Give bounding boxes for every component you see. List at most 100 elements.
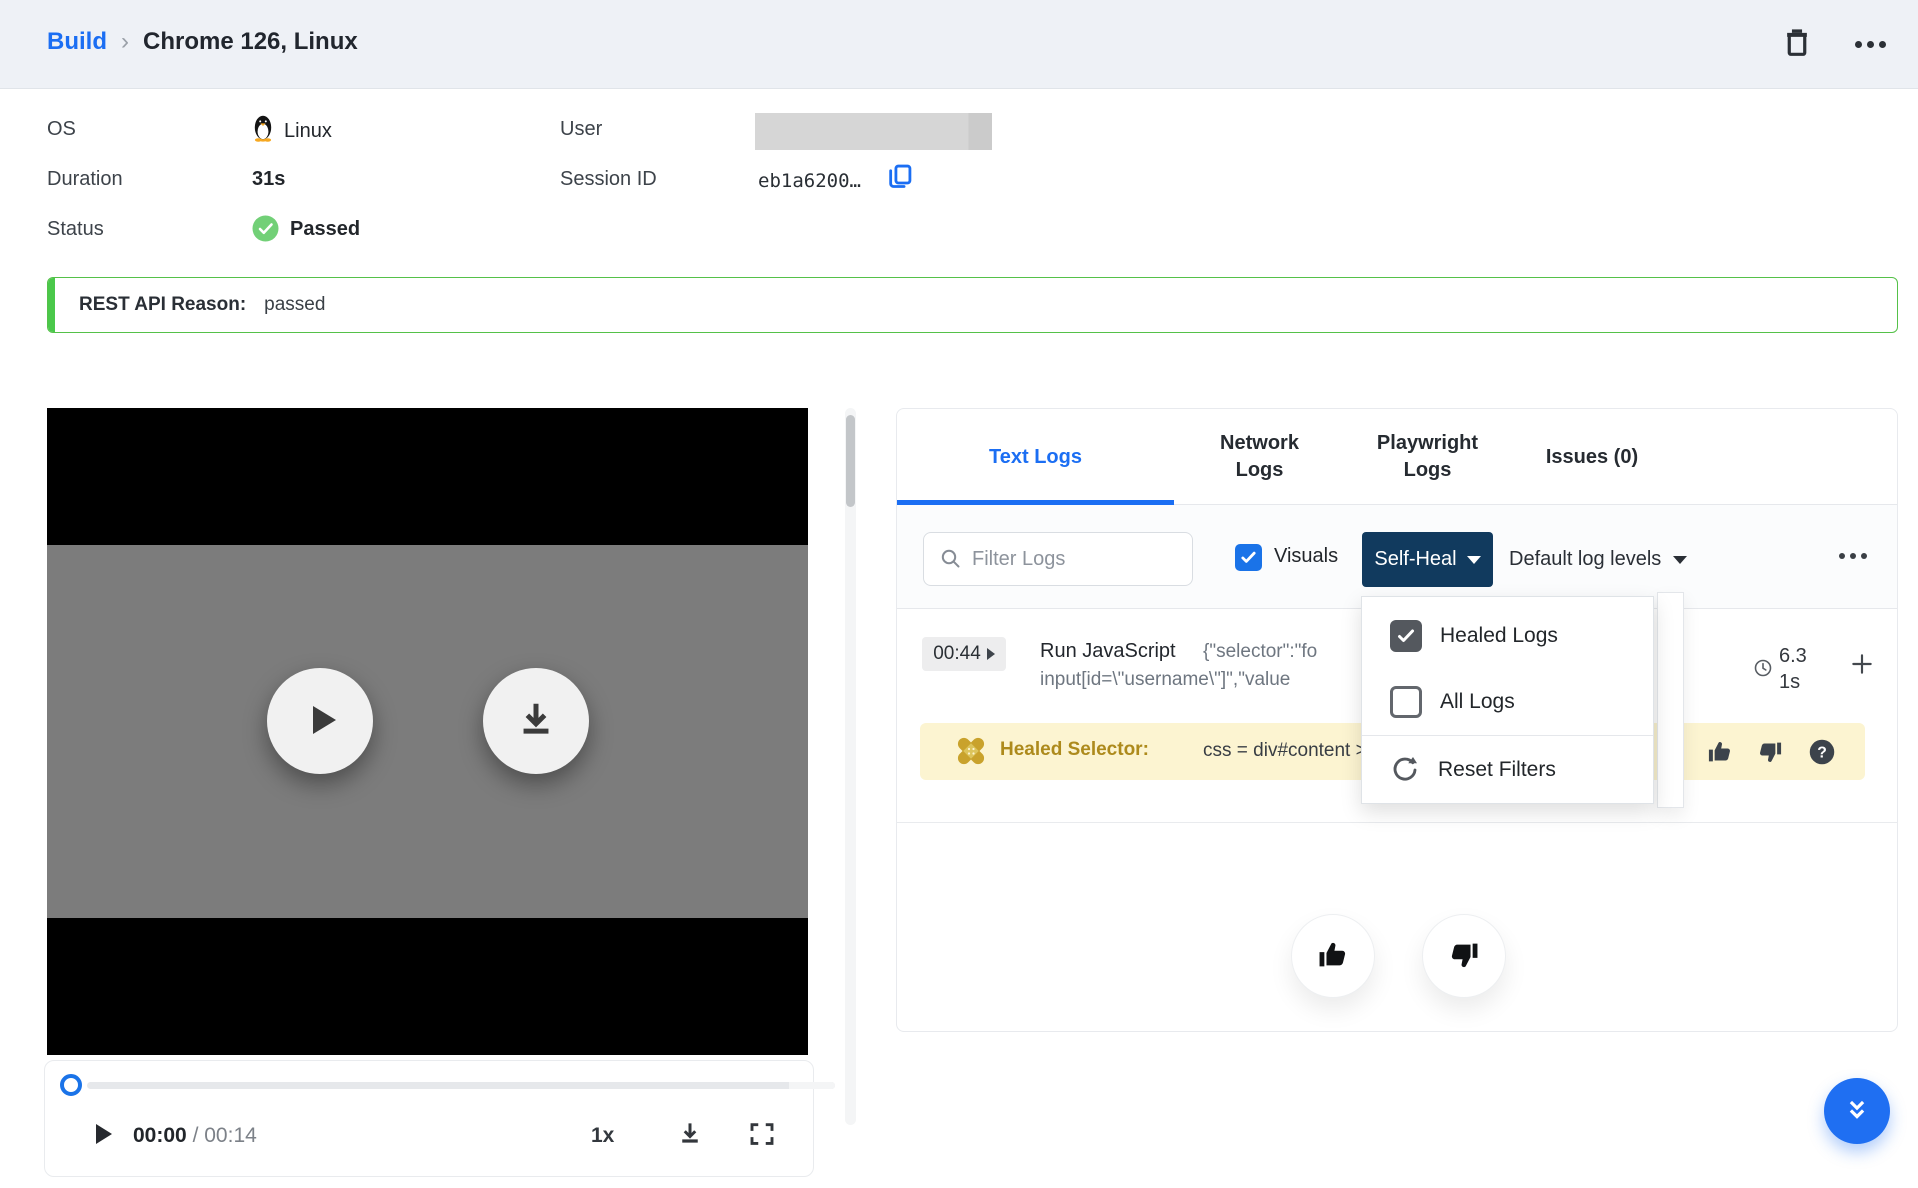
logs-section-divider <box>896 822 1898 823</box>
log-entry-timestamp-chip[interactable]: 00:44 <box>922 637 1006 671</box>
caret-down-icon <box>1467 556 1481 564</box>
tab-text-logs[interactable]: Text Logs <box>897 409 1174 505</box>
visuals-checkbox[interactable] <box>1235 544 1262 571</box>
checked-checkbox-icon <box>1390 620 1422 652</box>
healed-selector-value: css = div#content > d <box>1203 740 1383 762</box>
feedback-thumbs-up-button[interactable] <box>1291 914 1375 998</box>
video-controls-row: 00:00 / 00:14 1x <box>45 1113 813 1168</box>
copy-session-id-button[interactable] <box>886 162 914 193</box>
tab-issues[interactable]: Issues (0) <box>1517 409 1667 505</box>
filter-more-options-button[interactable] <box>1839 553 1867 559</box>
menu-item-healed-logs[interactable]: Healed Logs <box>1362 603 1653 669</box>
log-levels-dropdown-button[interactable]: Default log levels <box>1509 532 1687 587</box>
video-scrubber-handle[interactable] <box>60 1074 82 1096</box>
tab-playwright-logs[interactable]: Playwright Logs <box>1360 409 1495 505</box>
status-label: Status <box>47 218 104 241</box>
rest-api-reason-label: REST API Reason: <box>79 294 246 316</box>
status-value: Passed <box>290 218 360 241</box>
delete-session-button[interactable] <box>1781 26 1813 63</box>
breadcrumb-build-link[interactable]: Build <box>47 28 107 56</box>
log-entry-payload-line1: {"selector":"fo <box>1203 641 1317 663</box>
status-passed-icon <box>252 215 279 247</box>
breadcrumb: Build › Chrome 126, Linux <box>47 28 358 56</box>
video-total-time: 00:14 <box>204 1124 257 1147</box>
healed-help-button[interactable]: ? <box>1808 738 1836 769</box>
user-value-redacted <box>755 113 992 150</box>
top-bar: Build › Chrome 126, Linux <box>0 0 1918 89</box>
logs-filter-row: Visuals Self-Heal Default log levels <box>897 505 1897 609</box>
scrollbar-thumb[interactable] <box>846 415 855 507</box>
video-download-overlay-button[interactable] <box>483 668 589 774</box>
user-label: User <box>560 118 602 141</box>
video-play-button[interactable] <box>91 1121 115 1150</box>
more-options-button[interactable] <box>1855 41 1886 48</box>
clock-icon <box>1753 658 1773 683</box>
scroll-to-bottom-fab[interactable] <box>1824 1078 1890 1144</box>
refresh-icon <box>1390 755 1420 785</box>
log-entry-expand-plus-button[interactable] <box>1849 651 1875 680</box>
menu-item-label: Reset Filters <box>1438 758 1556 782</box>
double-chevron-down-icon <box>1842 1095 1872 1128</box>
play-icon <box>296 696 344 747</box>
duration-bottom: 1s <box>1779 669 1807 695</box>
log-entry-payload-line2: input[id=\"username\"]","value <box>1040 669 1290 691</box>
ellipsis-icon <box>1839 553 1867 559</box>
duration-top: 6.3 <box>1779 643 1807 669</box>
video-controls: 00:00 / 00:14 1x <box>44 1060 814 1177</box>
log-levels-label: Default log levels <box>1509 548 1661 571</box>
caret-down-icon <box>1673 556 1687 564</box>
menu-item-label: All Logs <box>1440 690 1515 714</box>
thumbs-down-icon <box>1447 938 1481 975</box>
self-heal-dropdown-menu: Healed Logs All Logs Reset Filters <box>1361 596 1654 804</box>
self-heal-label: Self-Heal <box>1374 548 1456 571</box>
video-time-separator: / <box>193 1124 205 1147</box>
video-fullscreen-button[interactable] <box>747 1119 777 1152</box>
menu-divider <box>1362 735 1653 736</box>
thumbs-down-icon <box>1756 754 1784 769</box>
linux-penguin-icon <box>252 114 274 148</box>
trash-icon <box>1781 26 1813 63</box>
duration-value: 31s <box>252 168 285 191</box>
video-time: 00:00 / 00:14 <box>133 1124 257 1148</box>
video-player[interactable] <box>47 408 808 1055</box>
os-value: Linux <box>252 114 332 148</box>
svg-text:?: ? <box>1817 745 1827 762</box>
log-entry-command: Run JavaScript <box>1040 640 1176 663</box>
playback-rate-button[interactable]: 1x <box>591 1124 614 1148</box>
thumbs-up-icon <box>1316 938 1350 975</box>
feedback-thumbs-down-button[interactable] <box>1422 914 1506 998</box>
play-icon <box>91 1135 115 1150</box>
question-icon: ? <box>1808 754 1836 769</box>
video-play-overlay-button[interactable] <box>267 668 373 774</box>
filter-logs-input[interactable] <box>923 532 1193 586</box>
bandage-icon <box>952 735 990 772</box>
healed-thumbs-up-button[interactable] <box>1706 738 1734 769</box>
plus-icon <box>1849 665 1875 680</box>
self-heal-dropdown-button[interactable]: Self-Heal <box>1362 532 1493 587</box>
unchecked-checkbox-icon <box>1390 686 1422 718</box>
video-download-button[interactable] <box>675 1119 705 1152</box>
session-dashboard: Build › Chrome 126, Linux OS <box>0 0 1918 1188</box>
fullscreen-icon <box>747 1137 777 1152</box>
log-entry-duration: 6.3 1s <box>1779 643 1807 695</box>
copy-icon <box>886 162 914 193</box>
session-id-value: eb1a6200… <box>758 170 861 192</box>
video-letterbox-bottom <box>47 918 808 1055</box>
session-id-label: Session ID <box>560 168 657 191</box>
healed-thumbs-down-button[interactable] <box>1756 738 1784 769</box>
rest-api-reason-banner: REST API Reason: passed <box>47 277 1898 333</box>
video-current-time: 00:00 <box>133 1124 187 1147</box>
visuals-checkbox-label[interactable]: Visuals <box>1274 545 1338 568</box>
os-label: OS <box>47 118 76 141</box>
video-progress-track[interactable] <box>87 1082 835 1089</box>
ellipsis-icon <box>1855 41 1886 48</box>
tab-network-logs[interactable]: Network Logs <box>1197 409 1322 505</box>
menu-item-reset-filters[interactable]: Reset Filters <box>1362 737 1653 803</box>
vertical-scrollbar <box>845 408 856 1125</box>
download-icon <box>513 697 559 746</box>
os-value-text: Linux <box>284 120 332 143</box>
breadcrumb-separator: › <box>121 28 129 56</box>
duration-label: Duration <box>47 168 123 191</box>
dropdown-scroll-gutter <box>1657 592 1684 808</box>
menu-item-all-logs[interactable]: All Logs <box>1362 669 1653 735</box>
